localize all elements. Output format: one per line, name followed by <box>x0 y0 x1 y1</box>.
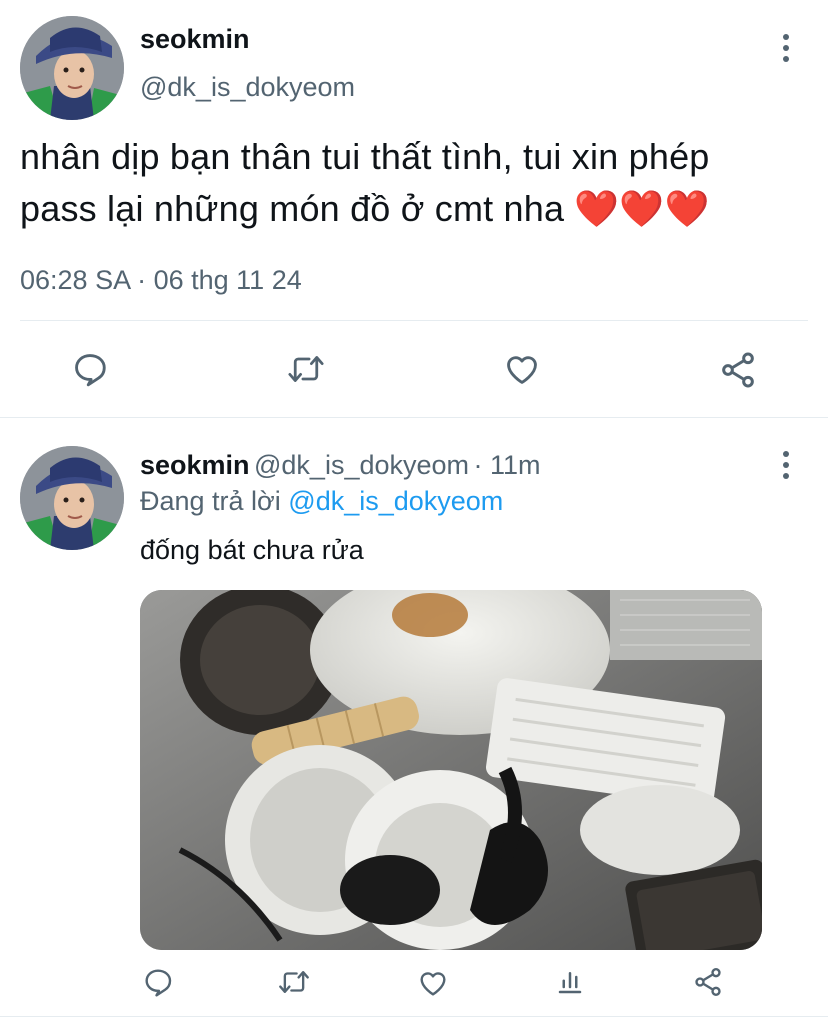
tweet-text-line-1: nhân dịp bạn thân tui thất tình, tui xin… <box>20 136 710 177</box>
display-name[interactable]: seokmin <box>140 24 250 55</box>
like-icon[interactable] <box>416 967 450 999</box>
avatar[interactable] <box>20 446 124 550</box>
heart-emoji: ❤️❤️❤️ <box>574 188 710 229</box>
tweet-age: · 11m <box>473 450 541 480</box>
divider <box>0 417 828 418</box>
reply-icon[interactable] <box>142 966 174 998</box>
divider <box>20 320 808 321</box>
tweet-text-line-2: pass lại những món đồ ở cmt nha ❤️❤️❤️ <box>20 188 710 229</box>
reply-text: đống bát chưa rửa <box>140 535 364 565</box>
more-icon[interactable] <box>780 34 792 62</box>
reply-icon[interactable] <box>71 350 109 388</box>
retweet-icon[interactable] <box>286 350 326 388</box>
display-name[interactable]: seokmin <box>140 450 250 480</box>
share-icon[interactable] <box>718 350 758 390</box>
retweet-icon[interactable] <box>277 966 311 998</box>
reply-header: seokmin @dk_is_dokyeom · 11m <box>140 450 540 481</box>
replying-to: Đang trả lời @dk_is_dokyeom <box>140 486 504 516</box>
avatar[interactable] <box>20 16 124 120</box>
user-handle[interactable]: @dk_is_dokyeom <box>140 72 355 103</box>
like-icon[interactable] <box>502 350 542 388</box>
tweet-photo[interactable] <box>140 590 762 950</box>
views-icon[interactable] <box>555 966 585 998</box>
tweet-text: nhân dịp bạn thân tui thất tình, tui xin… <box>20 131 810 235</box>
replying-to-link[interactable]: @dk_is_dokyeom <box>288 486 503 516</box>
user-handle[interactable]: @dk_is_dokyeom <box>254 450 469 480</box>
divider <box>0 1016 828 1017</box>
more-icon[interactable] <box>780 451 792 479</box>
tweet-timestamp[interactable]: 06:28 SA · 06 thg 11 24 <box>20 265 302 296</box>
share-icon[interactable] <box>692 966 724 998</box>
